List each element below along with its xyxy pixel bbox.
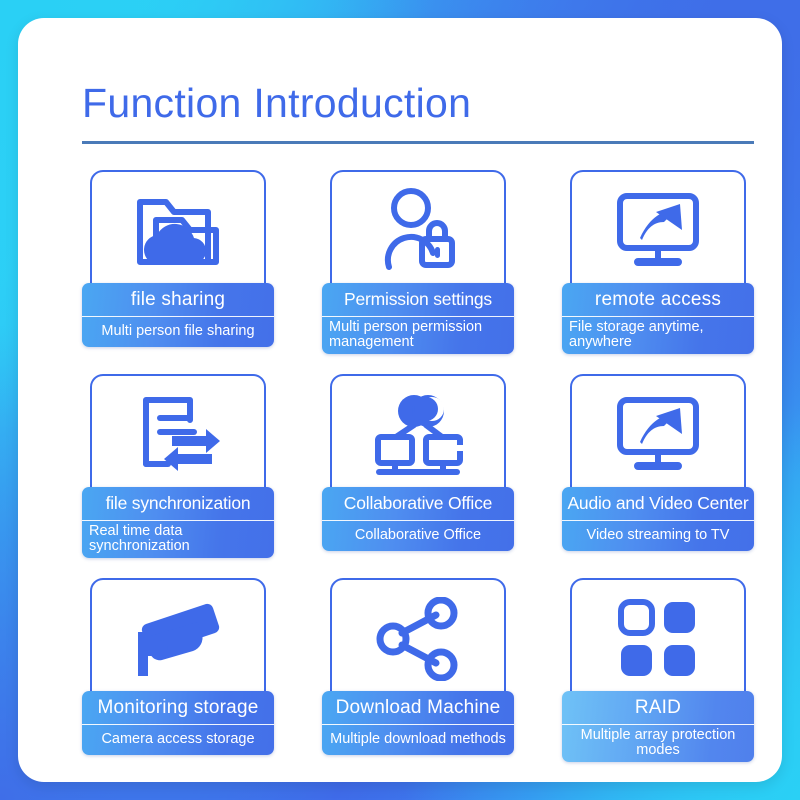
document-sync-icon (90, 374, 266, 496)
card-title: RAID (634, 697, 682, 718)
feature-card[interactable]: Collaborative Office Collaborative Offic… (322, 374, 514, 562)
card-title: Collaborative Office (343, 493, 493, 513)
share-nodes-icon (330, 578, 506, 700)
card-title: Download Machine (335, 697, 501, 718)
card-title: Monitoring storage (97, 697, 259, 718)
card-label-band: Download Machine Multiple download metho… (322, 691, 514, 755)
card-title: file sharing (130, 289, 226, 310)
feature-card[interactable]: Permission settings Multi person permiss… (322, 170, 514, 358)
card-label-band: file synchronization Real time data sync… (82, 487, 274, 558)
feature-card[interactable]: Monitoring storage Camera access storage (82, 578, 274, 766)
card-label-band: Audio and Video Center Video streaming t… (562, 487, 754, 551)
card-subtitle: Multiple download methods (330, 731, 506, 747)
content-panel: Function Introduction file sharing Multi… (18, 18, 782, 782)
card-subtitle: Collaborative Office (354, 527, 482, 543)
card-subtitle: Multiple array protection modes (580, 727, 736, 758)
feature-card-grid: file sharing Multi person file sharing P… (82, 170, 754, 766)
feature-card[interactable]: Download Machine Multiple download metho… (322, 578, 514, 766)
card-title: remote access (594, 289, 722, 310)
card-label-band: Permission settings Multi person permiss… (322, 283, 514, 354)
card-title: Audio and Video Center (567, 493, 749, 513)
card-title: Permission settings (344, 289, 492, 309)
collaboration-network-icon (330, 374, 506, 496)
card-label-band: RAID Multiple array protection modes (562, 691, 754, 762)
cctv-camera-icon (90, 578, 266, 700)
card-title: file synchronization (105, 493, 251, 513)
feature-card[interactable]: file sharing Multi person file sharing (82, 170, 274, 358)
feature-card[interactable]: file synchronization Real time data sync… (82, 374, 274, 562)
card-label-band: Monitoring storage Camera access storage (82, 691, 274, 755)
title-divider (82, 141, 754, 144)
card-subtitle: Multi person permission management (329, 319, 483, 350)
monitor-arrow-icon (570, 170, 746, 292)
folder-cloud-icon (90, 170, 266, 292)
card-label-band: file sharing Multi person file sharing (82, 283, 274, 347)
card-subtitle: Multi person file sharing (101, 323, 255, 339)
card-label-band: remote access File storage anytime, anyw… (562, 283, 754, 354)
card-subtitle: Camera access storage (101, 731, 255, 747)
feature-card[interactable]: Audio and Video Center Video streaming t… (562, 374, 754, 562)
card-subtitle: Real time data synchronization (89, 523, 190, 554)
feature-card[interactable]: remote access File storage anytime, anyw… (562, 170, 754, 358)
person-lock-icon (330, 170, 506, 292)
card-subtitle: Video streaming to TV (586, 527, 730, 543)
card-subtitle: File storage anytime, anywhere (569, 319, 704, 350)
page-title: Function Introduction (82, 80, 472, 126)
feature-card[interactable]: RAID Multiple array protection modes (562, 578, 754, 766)
monitor-arrow-icon (570, 374, 746, 496)
raid-squares-icon (570, 578, 746, 700)
card-label-band: Collaborative Office Collaborative Offic… (322, 487, 514, 551)
